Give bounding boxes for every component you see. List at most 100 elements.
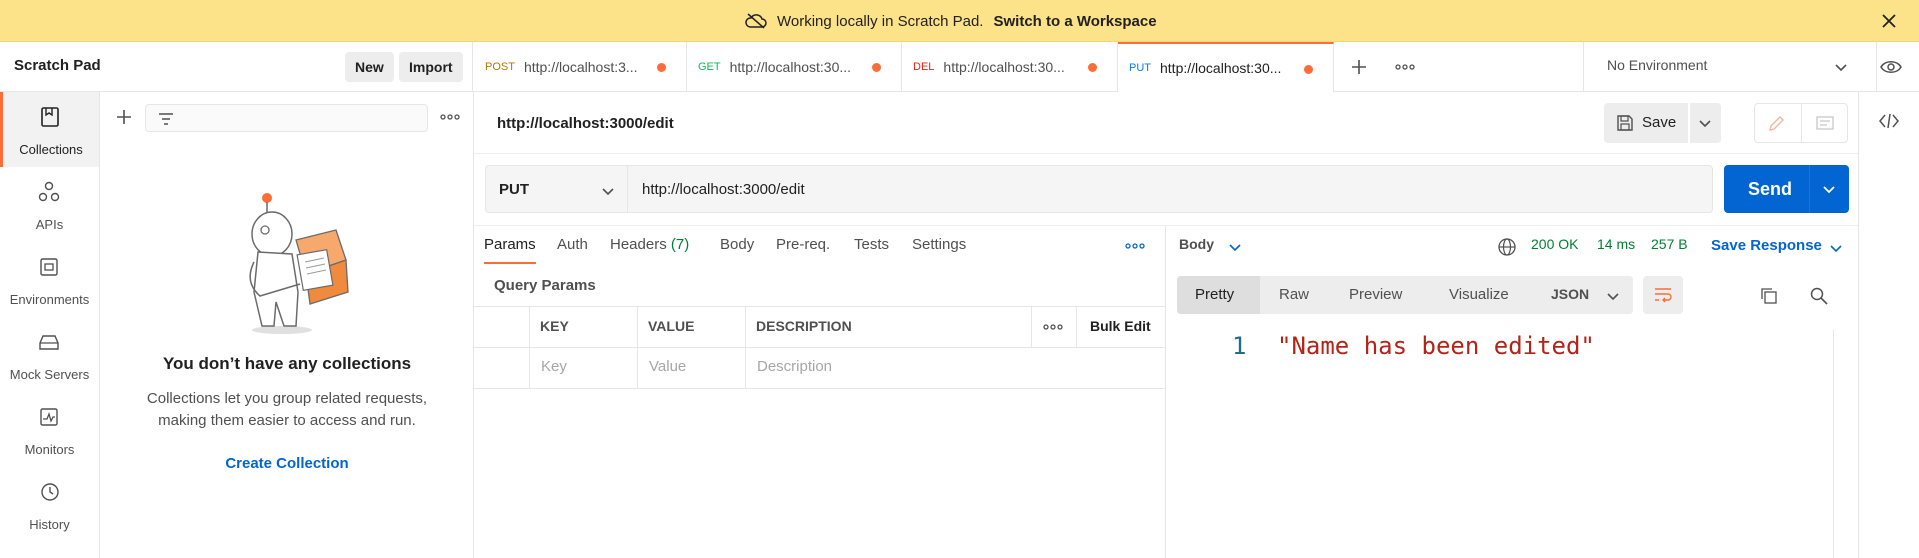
- divider: [1801, 104, 1802, 142]
- unsaved-dot-icon: [872, 63, 881, 72]
- tab-auth[interactable]: Auth: [557, 236, 588, 253]
- banner-text: Working locally in Scratch Pad.: [777, 12, 984, 30]
- add-collection-plus-icon[interactable]: [115, 108, 133, 126]
- sidebar-item-monitors[interactable]: Monitors: [0, 392, 99, 467]
- import-button[interactable]: Import: [399, 52, 463, 82]
- sidebar-item-apis[interactable]: APIs: [0, 167, 99, 242]
- tab-settings[interactable]: Settings: [912, 236, 966, 253]
- documentation-buttons: [1754, 103, 1848, 143]
- scrollbar[interactable]: [1833, 330, 1834, 558]
- divider: [1809, 165, 1810, 213]
- tab-headers[interactable]: Headers (7): [610, 236, 689, 253]
- empty-collections-illustration: [249, 193, 349, 334]
- tab-method: PUT: [1129, 62, 1151, 74]
- environments-icon: [40, 258, 58, 276]
- tab-body[interactable]: Body: [720, 236, 754, 253]
- tab-visualize[interactable]: Visualize: [1449, 286, 1509, 303]
- method-label: PUT: [499, 181, 529, 198]
- new-button[interactable]: New: [345, 52, 394, 82]
- method-selector[interactable]: PUT: [485, 165, 628, 213]
- format-selector[interactable]: JSON: [1538, 276, 1633, 314]
- request-title: http://localhost:3000/edit: [497, 115, 674, 132]
- description-input[interactable]: Description: [757, 358, 832, 375]
- sidebar-item-label: Monitors: [24, 442, 75, 457]
- key-input[interactable]: Key: [541, 358, 567, 375]
- sidebar-item-environments[interactable]: Environments: [0, 242, 99, 317]
- top-bar: Scratch Pad New Import POST http://local…: [0, 42, 1919, 92]
- sidebar-item-collections[interactable]: Collections: [0, 92, 99, 167]
- sidebar-item-history[interactable]: History: [0, 467, 99, 542]
- response-time: 14 ms: [1597, 236, 1636, 252]
- more-tabs-icon[interactable]: [1394, 58, 1416, 76]
- value-input[interactable]: Value: [649, 358, 686, 375]
- tab-get[interactable]: GET http://localhost:30...: [687, 42, 902, 92]
- globe-icon[interactable]: [1497, 237, 1517, 257]
- empty-collections-description: Collections let you group related reques…: [146, 390, 428, 429]
- chevron-down-icon: [602, 188, 614, 196]
- tab-method: POST: [485, 61, 515, 73]
- comment-icon[interactable]: [1815, 114, 1835, 134]
- tab-tests[interactable]: Tests: [854, 236, 889, 253]
- save-response-button[interactable]: Save Response: [1711, 237, 1822, 254]
- cloud-off-icon: [745, 13, 767, 29]
- tab-url: http://localhost:30...: [729, 59, 852, 75]
- format-label: JSON: [1551, 286, 1590, 302]
- query-params-title: Query Params: [494, 277, 596, 294]
- tab-method: DEL: [913, 61, 935, 73]
- tab-del[interactable]: DEL http://localhost:30...: [902, 42, 1118, 92]
- chevron-down-icon[interactable]: [1228, 240, 1242, 254]
- collections-icon: [41, 107, 59, 127]
- edit-pencil-icon[interactable]: [1766, 114, 1786, 134]
- divider: [474, 306, 1165, 307]
- workspace-header: Scratch Pad New Import: [0, 42, 473, 92]
- switch-workspace-link[interactable]: Switch to a Workspace: [993, 13, 1156, 30]
- tab-pretty[interactable]: Pretty: [1195, 286, 1234, 303]
- right-rail: [1858, 92, 1919, 558]
- response-body-text: "Name has been edited": [1277, 332, 1595, 360]
- response-body-label[interactable]: Body: [1179, 236, 1214, 252]
- monitors-icon: [40, 408, 58, 426]
- sidebar-nav: Collections APIs Environments Mock Serve…: [0, 92, 100, 558]
- unsaved-dot-icon: [1304, 65, 1313, 74]
- close-icon[interactable]: [1877, 9, 1901, 33]
- chevron-down-icon[interactable]: [1822, 182, 1836, 196]
- chevron-down-icon: [1835, 64, 1847, 72]
- save-options-dropdown[interactable]: [1690, 103, 1721, 143]
- column-header-description: DESCRIPTION: [756, 318, 852, 334]
- tab-prerequest[interactable]: Pre-req.: [776, 236, 830, 253]
- filter-icon: [159, 113, 173, 125]
- search-icon[interactable]: [1809, 286, 1829, 306]
- wrap-lines-button[interactable]: [1643, 276, 1683, 314]
- sidebar-item-label: Environments: [9, 292, 90, 307]
- send-button[interactable]: Send: [1724, 165, 1849, 213]
- mock-servers-icon: [39, 335, 59, 350]
- divider: [637, 306, 638, 388]
- chevron-down-icon: [1699, 120, 1711, 128]
- tab-put[interactable]: PUT http://localhost:30...: [1118, 42, 1334, 92]
- tab-raw[interactable]: Raw: [1279, 286, 1309, 303]
- divider: [1031, 306, 1032, 347]
- pane-splitter[interactable]: [1165, 226, 1166, 558]
- bulk-edit-button[interactable]: Bulk Edit: [1090, 318, 1151, 334]
- copy-icon[interactable]: [1759, 286, 1779, 306]
- tab-params[interactable]: Params: [484, 236, 536, 253]
- column-options-icon[interactable]: [1043, 321, 1063, 333]
- save-icon: [1617, 115, 1633, 131]
- code-icon[interactable]: [1878, 112, 1900, 130]
- more-options-icon[interactable]: [1125, 240, 1145, 252]
- search-collections-input[interactable]: [145, 104, 428, 132]
- save-button[interactable]: Save: [1604, 103, 1688, 143]
- eye-icon[interactable]: [1879, 55, 1903, 79]
- create-collection-link[interactable]: Create Collection: [100, 455, 474, 472]
- url-input[interactable]: http://localhost:3000/edit: [628, 165, 1713, 213]
- wrap-lines-icon: [1655, 288, 1672, 303]
- tab-preview[interactable]: Preview: [1349, 286, 1402, 303]
- new-tab-plus-icon[interactable]: [1349, 57, 1369, 77]
- tab-post[interactable]: POST http://localhost:3...: [474, 42, 687, 92]
- unsaved-dot-icon: [657, 63, 666, 72]
- environment-selector[interactable]: No Environment: [1583, 42, 1877, 92]
- chevron-down-icon: [1607, 293, 1619, 301]
- more-options-icon[interactable]: [440, 110, 460, 124]
- chevron-down-icon[interactable]: [1829, 241, 1843, 255]
- sidebar-item-mock-servers[interactable]: Mock Servers: [0, 317, 99, 392]
